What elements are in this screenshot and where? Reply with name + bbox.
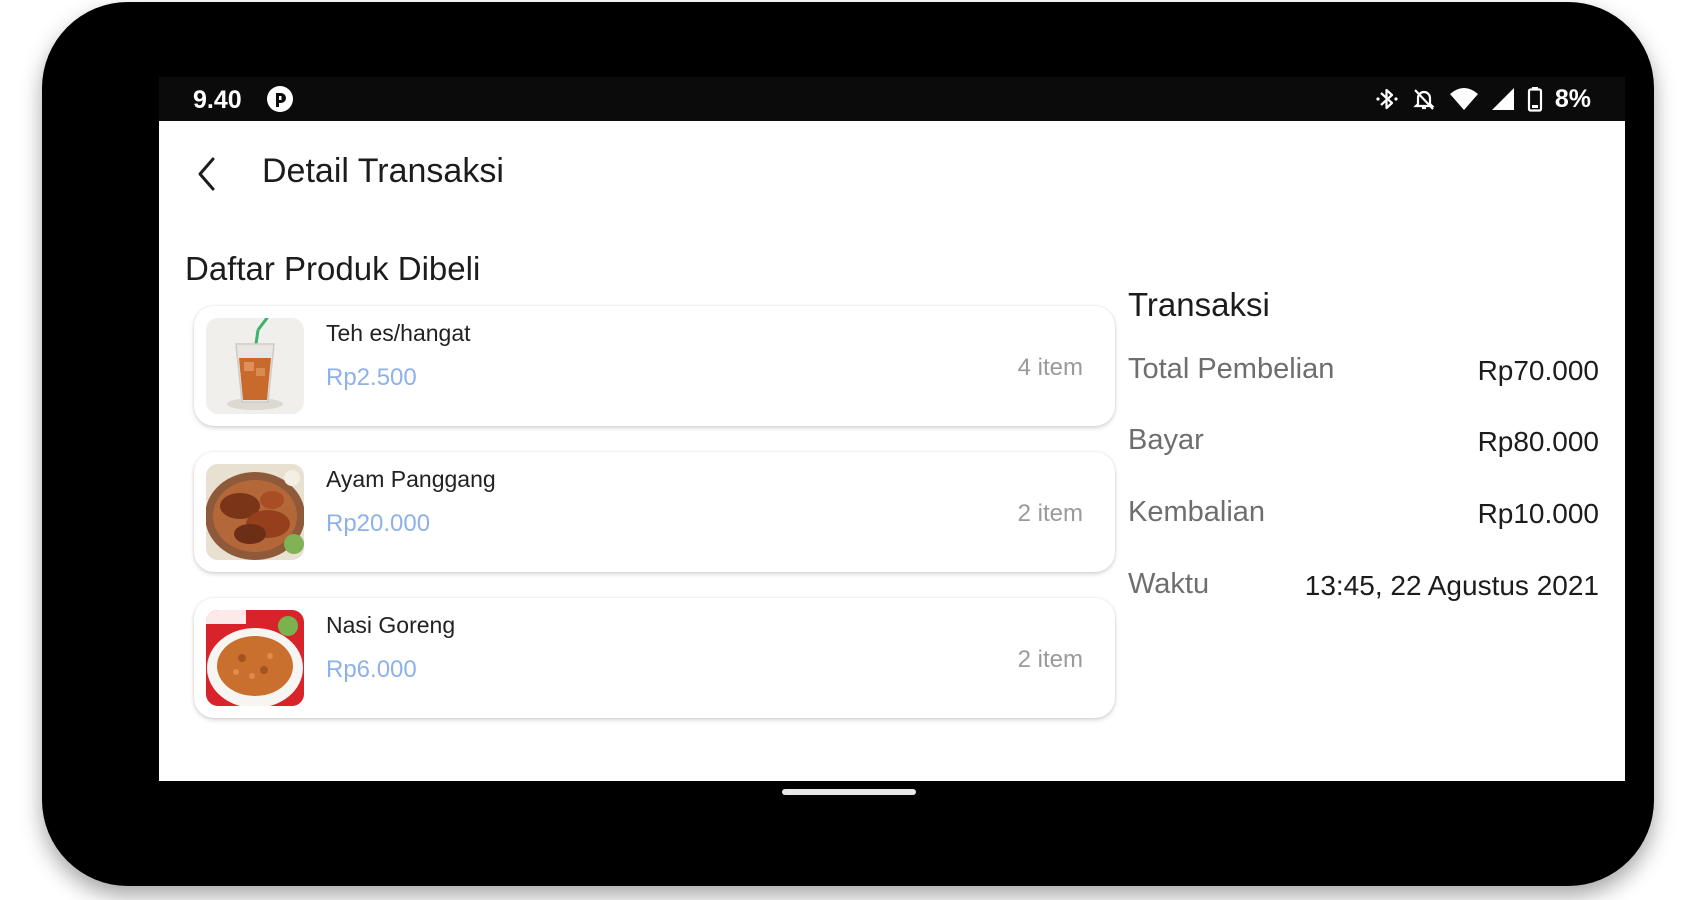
- total-purchase-label: Total Pembelian: [1128, 353, 1335, 385]
- wifi-icon: [1449, 88, 1478, 110]
- status-bar: 9.40 8%: [159, 77, 1625, 121]
- transaction-section-title: Transaksi: [1128, 286, 1270, 323]
- product-card[interactable]: Teh es/hangat Rp2.500 4 item: [194, 306, 1115, 426]
- products-section-title: Daftar Produk Dibeli: [185, 250, 481, 287]
- change-label: Kembalian: [1128, 496, 1266, 528]
- page-title: Detail Transaksi: [262, 152, 504, 190]
- product-price: Rp2.500: [326, 364, 417, 391]
- tablet-frame: 9.40 8% Detail Transaksi Daftar Produk D…: [42, 2, 1654, 886]
- time-value: 13:45, 22 Agustus 2021: [1304, 570, 1599, 601]
- product-price: Rp6.000: [326, 656, 417, 683]
- signal-icon: [1491, 88, 1514, 110]
- battery-level: 8%: [1554, 84, 1591, 113]
- product-quantity: 4 item: [1017, 354, 1083, 381]
- bluetooth-icon: [1376, 88, 1398, 110]
- change-value: Rp10.000: [1477, 498, 1599, 529]
- product-name: Nasi Goreng: [326, 612, 456, 638]
- payment-value: Rp80.000: [1477, 426, 1599, 457]
- navigation-handle[interactable]: [782, 789, 916, 795]
- time-label: Waktu: [1128, 568, 1210, 600]
- product-name: Ayam Panggang: [326, 466, 496, 492]
- iced-tea-image: [206, 318, 304, 414]
- product-card[interactable]: Ayam Panggang Rp20.000 2 item: [194, 452, 1115, 572]
- product-price: Rp20.000: [326, 510, 431, 537]
- product-quantity: 2 item: [1017, 646, 1083, 673]
- grilled-chicken-image: [206, 464, 304, 560]
- status-icons: 8%: [1375, 83, 1591, 115]
- product-quantity: 2 item: [1017, 500, 1083, 527]
- status-time: 9.40: [193, 86, 242, 114]
- payment-label: Bayar: [1128, 424, 1204, 456]
- app-notification-icon: [267, 86, 293, 112]
- silent-icon: [1413, 89, 1435, 110]
- battery-icon: [1527, 87, 1542, 112]
- back-arrow-icon[interactable]: [193, 154, 225, 194]
- app-screen: 9.40 8% Detail Transaksi Daftar Produk D…: [159, 77, 1625, 781]
- total-purchase-value: Rp70.000: [1477, 355, 1599, 386]
- fried-rice-image: [206, 610, 304, 706]
- product-name: Teh es/hangat: [326, 320, 471, 346]
- product-card[interactable]: Nasi Goreng Rp6.000 2 item: [194, 598, 1115, 718]
